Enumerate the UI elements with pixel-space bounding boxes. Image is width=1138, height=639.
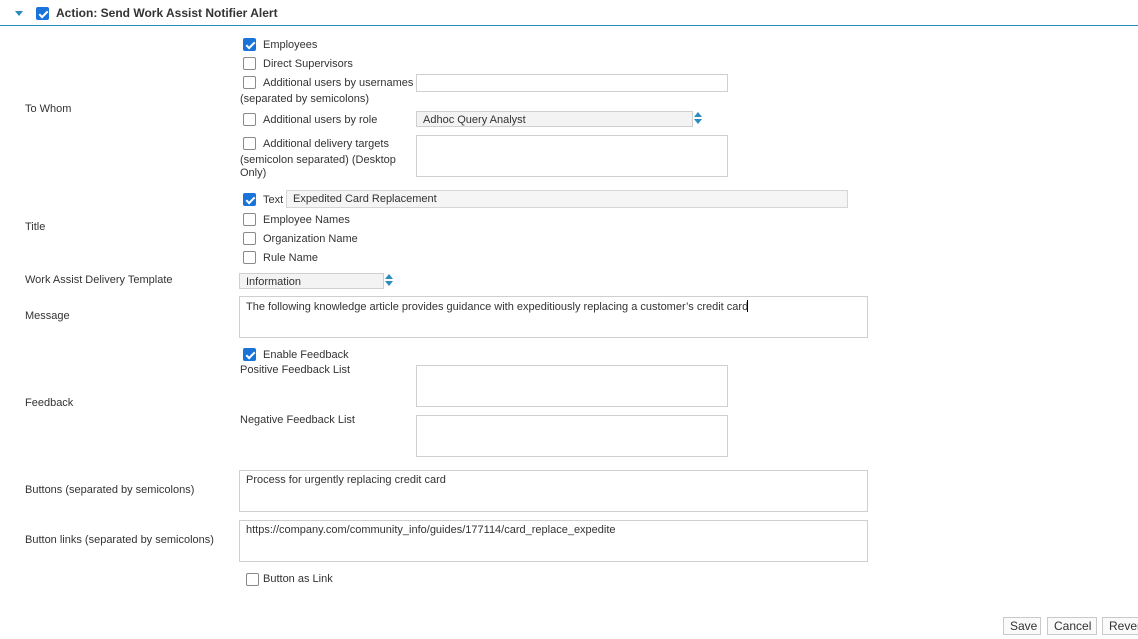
collapse-arrow-icon[interactable] — [15, 11, 23, 16]
delivery-targets-textarea[interactable] — [416, 135, 728, 177]
direct-supervisors-label: Direct Supervisors — [263, 58, 353, 70]
title-text-input[interactable]: Expedited Card Replacement — [286, 190, 848, 208]
button-links-label: Button links (separated by semicolons) — [25, 534, 214, 546]
to-whom-label: To Whom — [25, 103, 72, 115]
delivery-targets-label: Additional delivery targets — [263, 138, 389, 150]
message-textarea[interactable]: The following knowledge article provides… — [239, 296, 868, 338]
additional-role-label: Additional users by role — [263, 114, 378, 126]
rule-name-checkbox[interactable] — [243, 251, 256, 264]
buttons-label: Buttons (separated by semicolons) — [25, 484, 195, 496]
negative-feedback-textarea[interactable] — [416, 415, 728, 457]
role-select-spinner-icon[interactable] — [694, 112, 703, 126]
rule-name-label: Rule Name — [263, 252, 319, 264]
organization-name-label: Organization Name — [263, 233, 358, 245]
additional-usernames-label: Additional users by usernames — [263, 77, 414, 89]
button-links-textarea[interactable]: https://company.com/community_info/guide… — [239, 520, 868, 562]
direct-supervisors-checkbox[interactable] — [243, 57, 256, 70]
cancel-button[interactable]: Cancel — [1047, 617, 1097, 635]
title-label: Title — [25, 221, 46, 233]
delivery-targets-checkbox[interactable] — [243, 137, 256, 150]
message-text: The following knowledge article provides… — [246, 301, 749, 313]
organization-name-checkbox[interactable] — [243, 232, 256, 245]
enable-feedback-checkbox[interactable] — [243, 348, 256, 361]
additional-usernames-hint: (separated by semicolons) — [240, 93, 370, 105]
delivery-targets-hint-line1: (semicolon separated) (Desktop — [240, 154, 396, 166]
additional-usernames-input[interactable] — [416, 74, 728, 92]
employee-names-checkbox[interactable] — [243, 213, 256, 226]
additional-role-checkbox[interactable] — [243, 113, 256, 126]
negative-feedback-label: Negative Feedback List — [240, 414, 355, 426]
revert-button[interactable]: Rever — [1102, 617, 1138, 635]
employees-checkbox[interactable] — [243, 38, 256, 51]
message-label: Message — [25, 310, 70, 322]
text-cursor — [747, 300, 748, 312]
enable-feedback-label: Enable Feedback — [263, 349, 349, 361]
template-label: Work Assist Delivery Template — [25, 274, 173, 286]
title-text-label: Text — [263, 194, 284, 206]
feedback-label: Feedback — [25, 397, 74, 409]
delivery-targets-hint-line2: Only) — [240, 167, 267, 179]
template-select-spinner-icon[interactable] — [385, 274, 394, 288]
title-text-checkbox[interactable] — [243, 193, 256, 206]
save-button[interactable]: Save — [1003, 617, 1041, 635]
template-select[interactable]: Information — [239, 273, 384, 289]
buttons-textarea[interactable]: Process for urgently replacing credit ca… — [239, 470, 868, 512]
role-select[interactable]: Adhoc Query Analyst — [416, 111, 693, 127]
button-as-link-label: Button as Link — [263, 573, 333, 585]
button-as-link-checkbox[interactable] — [246, 573, 259, 586]
action-title: Action: Send Work Assist Notifier Alert — [56, 6, 278, 20]
positive-feedback-textarea[interactable] — [416, 365, 728, 407]
additional-usernames-checkbox[interactable] — [243, 76, 256, 89]
action-enabled-checkbox[interactable] — [36, 7, 49, 20]
positive-feedback-label: Positive Feedback List — [240, 364, 351, 376]
employee-names-label: Employee Names — [263, 214, 350, 226]
action-header: Action: Send Work Assist Notifier Alert — [0, 0, 1138, 26]
employees-label: Employees — [263, 39, 318, 51]
